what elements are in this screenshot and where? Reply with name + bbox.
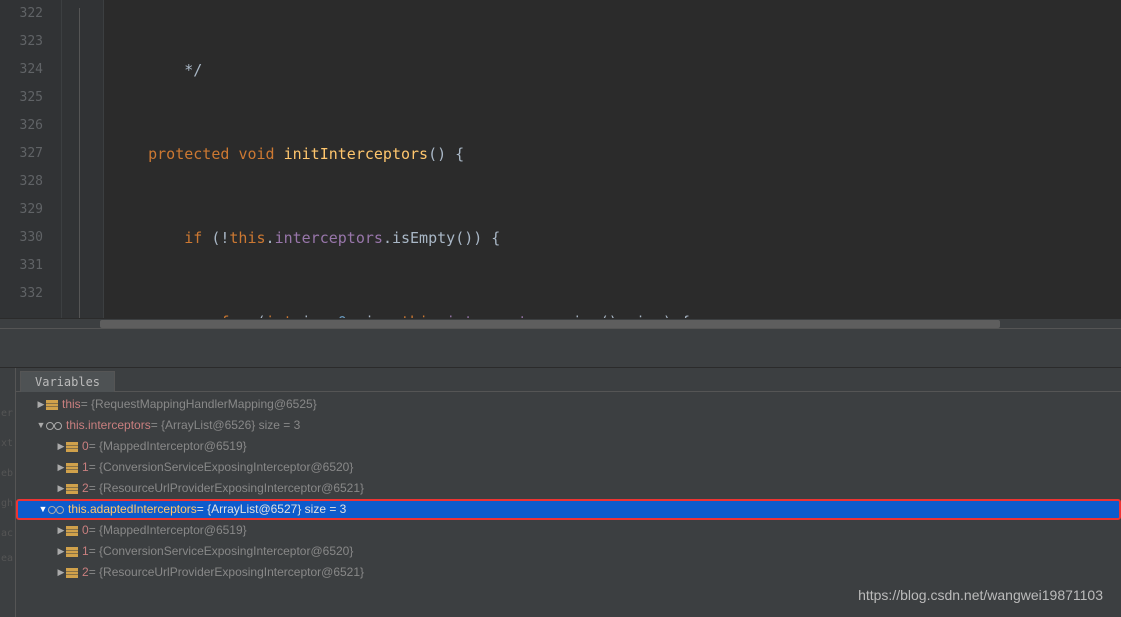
debug-body: Variables ▶ this = {RequestMappingHandle… xyxy=(16,368,1121,617)
code-editor[interactable]: 322 323 324 325 326 327 328 329 330 331 … xyxy=(0,0,1121,318)
watch-icon xyxy=(48,505,64,515)
fold-gutter[interactable] xyxy=(62,0,104,318)
watermark-text: https://blog.csdn.net/wangwei19871103 xyxy=(858,587,1103,603)
field: interceptors xyxy=(275,229,383,247)
var-row-item[interactable]: ▶ 2 = {ResourceUrlProviderExposingInterc… xyxy=(16,478,1121,499)
debug-tab-row: Variables xyxy=(16,368,1121,392)
line-number: 326 xyxy=(0,112,43,140)
field-icon xyxy=(66,568,78,578)
expand-arrow-icon[interactable]: ▶ xyxy=(56,541,66,562)
scrollbar-thumb[interactable] xyxy=(100,320,1000,328)
variables-tree[interactable]: ▶ this = {RequestMappingHandlerMapping@6… xyxy=(16,392,1121,583)
horizontal-scrollbar[interactable] xyxy=(0,318,1121,328)
field-icon xyxy=(66,484,78,494)
var-name: this.adaptedInterceptors xyxy=(68,499,197,520)
var-name: 1 xyxy=(82,457,89,478)
var-row-item[interactable]: ▶ 1 = {ConversionServiceExposingIntercep… xyxy=(16,457,1121,478)
side-tab-label: xt.s xyxy=(1,438,13,449)
keyword: protected xyxy=(148,145,229,163)
var-row-item[interactable]: ▶ 2 = {ResourceUrlProviderExposingInterc… xyxy=(16,562,1121,583)
line-number: 325 xyxy=(0,84,43,112)
line-number: 329 xyxy=(0,196,43,224)
watch-icon xyxy=(46,421,62,431)
expand-arrow-icon[interactable]: ▶ xyxy=(56,436,66,457)
keyword: int xyxy=(266,313,293,318)
var-name: 2 xyxy=(82,562,89,583)
var-row-adapted-interceptors-selected[interactable]: ▼ this.adaptedInterceptors = {ArrayList@… xyxy=(16,499,1121,520)
var-name: this xyxy=(62,394,81,415)
line-number: 327 xyxy=(0,140,43,168)
line-number: 331 xyxy=(0,252,43,280)
side-tab-label: erv xyxy=(1,408,13,419)
var-name: this.interceptors xyxy=(66,415,151,436)
var-name: 1 xyxy=(82,541,89,562)
keyword: if xyxy=(184,229,202,247)
keyword: this xyxy=(229,229,265,247)
field-icon xyxy=(66,547,78,557)
field-icon xyxy=(66,442,78,452)
side-tab-label: act xyxy=(1,528,13,539)
side-tab-label: ea xyxy=(1,553,13,564)
code-line: */ xyxy=(104,56,1121,84)
var-row-this[interactable]: ▶ this = {RequestMappingHandlerMapping@6… xyxy=(16,394,1121,415)
method-name: initInterceptors xyxy=(284,145,429,163)
field-icon xyxy=(66,526,78,536)
field-icon xyxy=(46,400,58,410)
debug-side-tabs[interactable]: erv xt.s eb.s ghF act ea xyxy=(0,368,16,617)
code-line: for (int i = 0; i < this.interceptors.si… xyxy=(104,308,1121,318)
var-row-item[interactable]: ▶ 0 = {MappedInterceptor@6519} xyxy=(16,520,1121,541)
line-number: 328 xyxy=(0,168,43,196)
var-name: 0 xyxy=(82,436,89,457)
fold-guide-line xyxy=(79,8,80,318)
keyword: void xyxy=(238,145,274,163)
var-name: 0 xyxy=(82,520,89,541)
var-row-item[interactable]: ▶ 1 = {ConversionServiceExposingIntercep… xyxy=(16,541,1121,562)
panel-divider[interactable] xyxy=(0,328,1121,368)
var-value: = {RequestMappingHandlerMapping@6525} xyxy=(81,394,317,415)
side-tab-label: eb.s xyxy=(1,468,13,479)
code-line: if (!this.interceptors.isEmpty()) { xyxy=(104,224,1121,252)
var-name: 2 xyxy=(82,478,89,499)
var-value: = {ConversionServiceExposingInterceptor@… xyxy=(89,457,354,478)
collapse-arrow-icon[interactable]: ▼ xyxy=(38,499,48,520)
code-line: protected void initInterceptors() { xyxy=(104,140,1121,168)
expand-arrow-icon[interactable]: ▶ xyxy=(56,457,66,478)
var-value: = {ResourceUrlProviderExposingIntercepto… xyxy=(89,478,364,499)
keyword: for xyxy=(220,313,247,318)
var-value: = {ResourceUrlProviderExposingIntercepto… xyxy=(89,562,364,583)
line-number-gutter: 322 323 324 325 326 327 328 329 330 331 … xyxy=(0,0,62,318)
side-tab-label: ghF xyxy=(1,498,13,509)
debug-panel: erv xt.s eb.s ghF act ea Variables ▶ thi… xyxy=(0,368,1121,617)
tab-variables[interactable]: Variables xyxy=(20,371,115,392)
var-value: = {MappedInterceptor@6519} xyxy=(89,436,247,457)
var-value: = {ArrayList@6526} size = 3 xyxy=(151,415,301,436)
expand-arrow-icon[interactable]: ▶ xyxy=(56,520,66,541)
expand-arrow-icon[interactable]: ▶ xyxy=(56,478,66,499)
line-number: 330 xyxy=(0,224,43,252)
line-number: 324 xyxy=(0,56,43,84)
collapse-arrow-icon[interactable]: ▼ xyxy=(36,415,46,436)
var-row-item[interactable]: ▶ 0 = {MappedInterceptor@6519} xyxy=(16,436,1121,457)
var-value: = {ArrayList@6527} size = 3 xyxy=(197,499,347,520)
line-number: 322 xyxy=(0,0,43,28)
code-content[interactable]: */ protected void initInterceptors() { i… xyxy=(104,0,1121,318)
line-number: 323 xyxy=(0,28,43,56)
field-icon xyxy=(66,463,78,473)
var-value: = {MappedInterceptor@6519} xyxy=(89,520,247,541)
var-row-interceptors[interactable]: ▼ this.interceptors = {ArrayList@6526} s… xyxy=(16,415,1121,436)
line-number: 332 xyxy=(0,280,43,308)
expand-arrow-icon[interactable]: ▶ xyxy=(36,394,46,415)
expand-arrow-icon[interactable]: ▶ xyxy=(56,562,66,583)
var-value: = {ConversionServiceExposingInterceptor@… xyxy=(89,541,354,562)
